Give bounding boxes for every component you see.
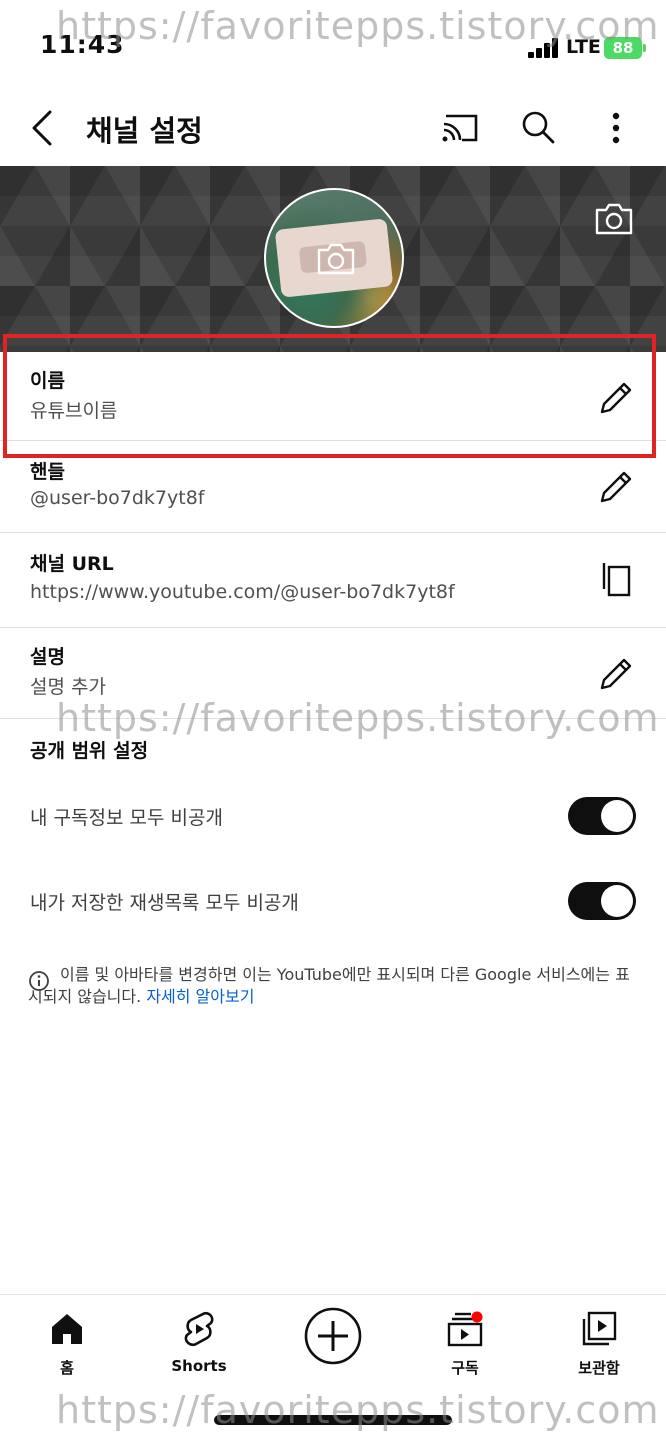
- toggle-knob: [601, 800, 633, 832]
- pencil-icon[interactable]: [596, 467, 636, 507]
- page-title: 채널 설정: [86, 114, 203, 148]
- saved-playlists-private-label: 내가 저장한 재생목록 모두 비공개: [30, 892, 299, 914]
- more-vert-icon[interactable]: [600, 108, 632, 148]
- camera-icon: [317, 243, 355, 275]
- home-icon: [52, 1314, 82, 1344]
- handle-label: 핸들: [30, 461, 65, 483]
- shorts-icon: [184, 1311, 214, 1347]
- description-value: 설명 추가: [30, 676, 106, 698]
- nav-subscriptions[interactable]: 구독: [415, 1311, 515, 1378]
- search-icon[interactable]: [520, 108, 556, 148]
- info-note: 이름 및 아바타를 변경하면 이는 YouTube에만 표시되며 다른 Goog…: [28, 964, 636, 1008]
- nav-home-label: 홈: [60, 1359, 74, 1377]
- channel-banner[interactable]: [0, 166, 666, 352]
- cast-icon[interactable]: [440, 110, 480, 146]
- nav-library-label: 보관함: [578, 1359, 620, 1377]
- nav-subscriptions-label: 구독: [451, 1359, 479, 1377]
- learn-more-link[interactable]: 자세히 알아보기: [146, 987, 254, 1006]
- library-icon: [582, 1311, 617, 1346]
- privacy-section-title: 공개 범위 설정: [30, 740, 149, 762]
- camera-icon[interactable]: [594, 202, 634, 236]
- highlight-box: [3, 334, 656, 458]
- watermark: https://favoritepps.tistory.com: [56, 696, 660, 740]
- info-note-text: 이름 및 아바타를 변경하면 이는 YouTube에만 표시되며 다른 Goog…: [28, 965, 630, 1006]
- nav-library[interactable]: 보관함: [549, 1311, 649, 1378]
- nav-shorts[interactable]: Shorts: [149, 1311, 249, 1375]
- toggle-knob: [601, 885, 633, 917]
- nav-home[interactable]: 홈: [17, 1311, 117, 1378]
- handle-value: @user-bo7dk7yt8f: [30, 487, 205, 509]
- pencil-icon[interactable]: [596, 654, 636, 694]
- channel-url-row[interactable]: 채널 URL https://www.youtube.com/@user-bo7…: [0, 533, 666, 627]
- create-plus-icon[interactable]: [304, 1307, 362, 1365]
- channel-url-label: 채널 URL: [30, 553, 114, 575]
- watermark: https://favoritepps.tistory.com: [56, 1388, 660, 1432]
- channel-url-value: https://www.youtube.com/@user-bo7dk7yt8f: [30, 581, 455, 603]
- subscriptions-icon: [447, 1311, 483, 1347]
- nav-shorts-label: Shorts: [171, 1357, 227, 1375]
- subscriptions-private-label: 내 구독정보 모두 비공개: [30, 807, 223, 829]
- copy-icon[interactable]: [596, 559, 636, 599]
- app-header: 채널 설정: [0, 90, 666, 166]
- subscriptions-private-toggle[interactable]: [568, 797, 636, 835]
- description-label: 설명: [30, 646, 65, 668]
- back-arrow-icon[interactable]: [26, 108, 60, 148]
- channel-avatar[interactable]: [264, 188, 404, 328]
- saved-playlists-private-toggle[interactable]: [568, 882, 636, 920]
- watermark: https://favoritepps.tistory.com: [56, 4, 660, 48]
